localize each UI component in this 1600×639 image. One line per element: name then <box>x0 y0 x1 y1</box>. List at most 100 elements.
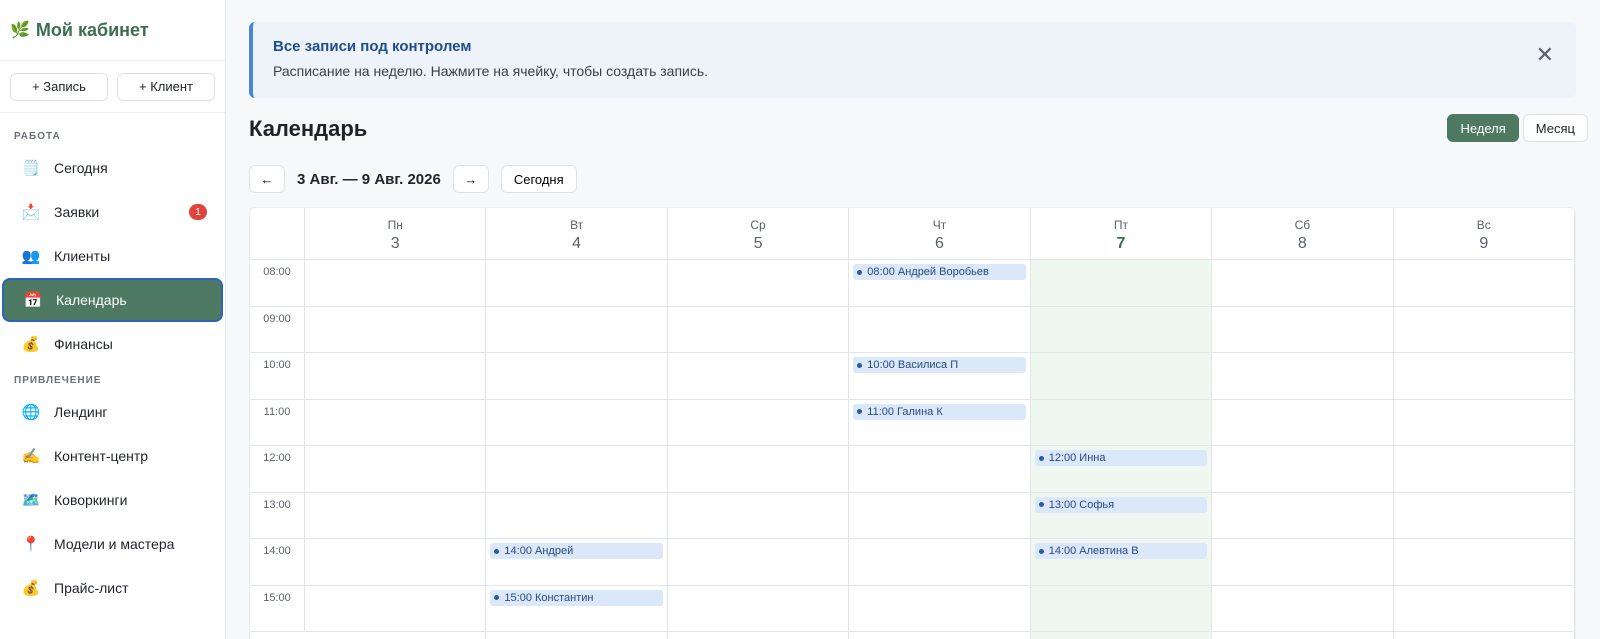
time-slot-cell[interactable] <box>1212 400 1392 446</box>
info-alert: Все записи под контролем Расписание на н… <box>249 22 1576 98</box>
time-slot-cell[interactable] <box>305 307 485 353</box>
time-slot-cell[interactable] <box>1031 307 1211 353</box>
time-slot-cell[interactable] <box>486 307 666 353</box>
event-label: 15:00 Константин <box>504 591 594 604</box>
time-slot-cell[interactable] <box>1394 307 1574 353</box>
time-slot-cell[interactable] <box>305 586 485 632</box>
sidebar-item-finance[interactable]: 💰 Финансы <box>2 322 223 366</box>
calendar-event[interactable]: 10:00 Василиса П <box>853 357 1026 373</box>
time-slot-cell[interactable] <box>1394 353 1574 399</box>
day-number: 3 <box>390 235 400 252</box>
time-slot-cell[interactable] <box>305 260 485 306</box>
week-navigation: ← 3 Авг. — 9 Авг. 2026 → Сегодня <box>249 165 577 193</box>
time-slot-cell[interactable] <box>849 586 1029 632</box>
time-slot-cell[interactable] <box>486 493 666 539</box>
time-slot-cell[interactable] <box>1031 353 1211 399</box>
page-title: Календарь <box>249 116 368 141</box>
time-slot-cell[interactable] <box>1394 493 1574 539</box>
week-view-button[interactable]: Неделя <box>1447 114 1519 142</box>
sidebar-item-content-center[interactable]: ✍️ Контент-центр <box>2 434 223 478</box>
time-slot-cell[interactable] <box>1031 260 1211 306</box>
event-dot-icon <box>857 362 863 368</box>
calendar-event[interactable]: 12:00 Инна <box>1034 450 1208 466</box>
sidebar-item-label: Календарь <box>56 292 127 308</box>
time-slot-cell[interactable] <box>1394 539 1574 585</box>
calendar-event[interactable]: 14:00 Алевтина В <box>1034 543 1208 559</box>
time-slot-cell[interactable] <box>668 353 848 399</box>
calendar-event[interactable]: 13:00 Софья <box>1034 496 1208 513</box>
time-slot-cell[interactable] <box>668 260 848 306</box>
time-slot-cell[interactable] <box>1394 586 1574 632</box>
prev-week-button[interactable]: ← <box>249 165 285 193</box>
sidebar-item-clients[interactable]: 👥 Клиенты <box>2 234 223 278</box>
time-slot-cell[interactable] <box>486 260 666 306</box>
time-slot-cell[interactable] <box>1212 307 1392 353</box>
sidebar-item-price-list[interactable]: 💰 Прайс-лист <box>2 566 223 610</box>
hour-divider <box>250 631 1575 632</box>
time-slot-cell[interactable] <box>1212 493 1392 539</box>
time-slot-cell[interactable] <box>849 446 1029 492</box>
close-icon[interactable]: ✕ <box>1536 44 1554 66</box>
time-slot-cell[interactable] <box>1394 400 1574 446</box>
day-number: 5 <box>753 235 763 252</box>
add-entry-button[interactable]: + Запись <box>10 72 108 101</box>
time-slot-cell[interactable] <box>1394 260 1574 306</box>
time-slot-cell[interactable] <box>1212 353 1392 399</box>
time-slot-cell[interactable] <box>305 493 485 539</box>
time-slot-cell[interactable] <box>668 539 848 585</box>
time-slot-cell[interactable] <box>668 307 848 353</box>
sidebar-item-label: Заявки <box>54 204 100 220</box>
sidebar-item-label: Контент-центр <box>54 448 149 464</box>
time-slot-cell[interactable] <box>1212 586 1392 632</box>
time-slot-cell[interactable] <box>1212 446 1392 492</box>
time-label: 09:00 <box>250 306 305 353</box>
time-slot-cell[interactable] <box>849 493 1029 539</box>
time-slot-cell[interactable] <box>1031 400 1211 446</box>
time-slot-cell[interactable] <box>486 446 666 492</box>
requests-count-badge: 1 <box>189 204 207 220</box>
time-slot-cell[interactable] <box>1031 586 1211 632</box>
day-header: Вс 9 <box>1394 208 1575 260</box>
time-slot-cell[interactable] <box>668 586 848 632</box>
time-slot-cell[interactable] <box>668 446 848 492</box>
add-client-button[interactable]: + Клиент <box>117 72 215 101</box>
time-slot-cell[interactable] <box>849 539 1029 585</box>
time-slot-cell[interactable] <box>668 400 848 446</box>
event-dot-icon <box>494 548 500 554</box>
time-slot-cell[interactable] <box>305 400 485 446</box>
time-slot-cell[interactable] <box>305 446 485 492</box>
month-view-button[interactable]: Месяц <box>1522 114 1588 142</box>
calendar-event[interactable]: 11:00 Галина К <box>853 403 1026 420</box>
time-slot-cell[interactable] <box>668 493 848 539</box>
sidebar-item-requests[interactable]: 📩 Заявки 1 <box>2 190 223 234</box>
main-content: Все записи под контролем Расписание на н… <box>226 0 1600 639</box>
sidebar-item-calendar[interactable]: 📅 Календарь <box>2 278 223 322</box>
today-button[interactable]: Сегодня <box>500 165 577 193</box>
alert-title: Все записи под контролем <box>273 38 472 55</box>
time-label: 13:00 <box>250 492 305 539</box>
time-slot-cell[interactable] <box>1212 539 1392 585</box>
brand[interactable]: 🌿 Мой кабинет <box>0 0 225 61</box>
sidebar-item-landing[interactable]: 🌐 Лендинг <box>2 390 223 434</box>
time-slot-cell[interactable] <box>305 353 485 399</box>
notepad-icon: 🗒️ <box>21 160 41 177</box>
event-label: 11:00 Галина К <box>867 405 943 418</box>
next-week-button[interactable]: → <box>452 165 489 193</box>
calendar-event[interactable]: 14:00 Андрей <box>490 543 663 559</box>
sidebar-item-coworkings[interactable]: 🗺️ Коворкинги <box>2 478 223 522</box>
pin-icon: 📍 <box>21 536 41 553</box>
time-slot-cell[interactable] <box>486 353 666 399</box>
time-slot-cell[interactable] <box>486 400 666 446</box>
day-name: Вс <box>1476 218 1491 232</box>
time-slot-cell[interactable] <box>1212 260 1392 306</box>
sidebar-item-today[interactable]: 🗒️ Сегодня <box>2 146 223 190</box>
sidebar-item-models[interactable]: 📍 Модели и мастера <box>2 522 223 566</box>
event-dot-icon <box>857 269 863 275</box>
calendar-event[interactable]: 08:00 Андрей Воробьев <box>853 264 1026 280</box>
day-divider <box>1574 260 1575 639</box>
calendar-event[interactable]: 15:00 Константин <box>490 589 663 606</box>
time-slot-cell[interactable] <box>1394 446 1574 492</box>
time-slot-cell[interactable] <box>849 307 1029 353</box>
sidebar-item-label: Коворкинги <box>54 492 128 508</box>
time-slot-cell[interactable] <box>305 539 485 585</box>
